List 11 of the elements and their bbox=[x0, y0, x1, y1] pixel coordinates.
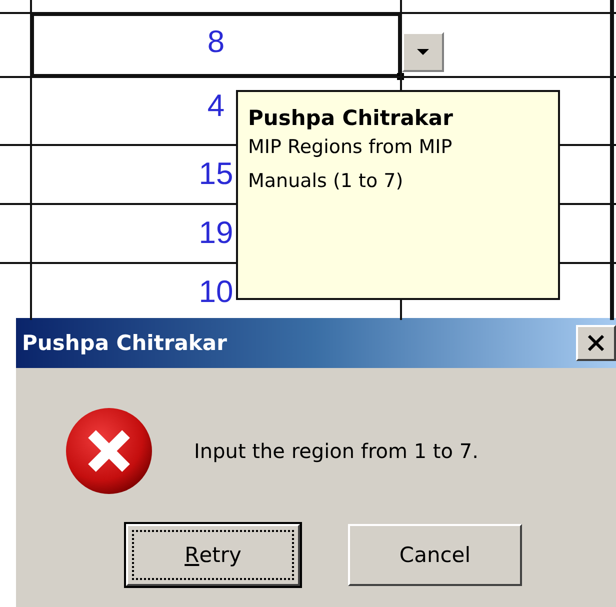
table-cell[interactable] bbox=[400, 14, 614, 76]
close-button[interactable] bbox=[576, 325, 616, 361]
window-title: Pushpa Chitrakar bbox=[22, 331, 227, 355]
retry-button[interactable]: Retry bbox=[126, 524, 300, 586]
error-message: Input the region from 1 to 7. bbox=[194, 439, 478, 463]
error-icon bbox=[64, 406, 154, 496]
dropdown-button[interactable] bbox=[402, 32, 444, 72]
cancel-button[interactable]: Cancel bbox=[348, 524, 522, 586]
table-cell[interactable] bbox=[400, 0, 614, 12]
close-icon bbox=[587, 335, 605, 351]
caret-icon bbox=[416, 48, 430, 56]
